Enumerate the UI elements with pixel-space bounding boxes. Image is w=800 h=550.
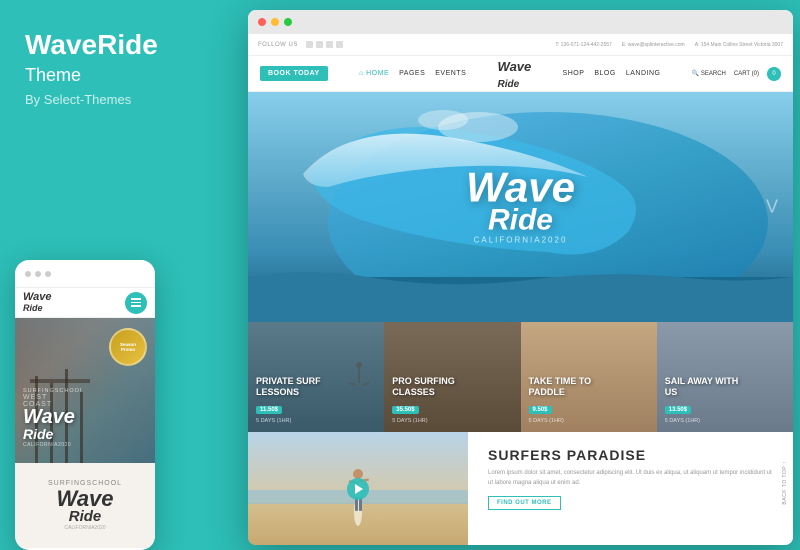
menu-line-2 [131, 302, 141, 304]
mobile-bottom-sub: CALIFORNIA2020 [48, 525, 122, 531]
mobile-menu-button[interactable] [125, 292, 147, 314]
card-4-price: 13.50$ [665, 406, 691, 414]
surfers-paradise-body: Lorem ipsum dolor sit amet, consectetur … [488, 469, 773, 488]
cart-badge: 0 [767, 67, 781, 81]
phone-info: T: 136-071-124-442-2557 [555, 42, 611, 48]
hero-logo-overlay: Wave Ride CALIFORNIA2020 [466, 170, 575, 245]
nav-pages[interactable]: PAGES [399, 70, 425, 77]
mobile-mockup: Wave Ride SeasonPromo SUR [15, 260, 155, 550]
activity-card-2[interactable]: PRO SURFINGCLASSES 35.50$ 5 DAYS (1HR) [384, 322, 520, 432]
mobile-bottom-ride: Ride [48, 508, 122, 525]
card-1-info: 5 DAYS (1HR) [256, 418, 376, 424]
cart-nav-item[interactable]: CART (0) [734, 71, 759, 77]
nav-home[interactable]: ⌂ HOME [359, 70, 389, 77]
card-1-title: PRIVATE SURFLESSONS [256, 376, 376, 398]
menu-line-1 [131, 298, 141, 300]
card-3-price: 9.50$ [529, 406, 552, 414]
nav-links: ⌂ HOME PAGES EVENTS [359, 70, 466, 77]
site-navbar: BOOK TODAY ⌂ HOME PAGES EVENTS Wave Ride… [248, 56, 793, 92]
surfers-paradise-content: SURFERS PARADISE Lorem ipsum dolor sit a… [468, 432, 793, 545]
beach-video-thumbnail [248, 432, 468, 545]
card-3-content: TAKE TIME TOPADDLE 9.50$ 5 DAYS (1HR) [529, 376, 649, 424]
hero-v-indicator: V [766, 197, 778, 218]
card-2-content: PRO SURFINGCLASSES 35.50$ 5 DAYS (1HR) [392, 376, 512, 424]
bottom-section: SURFERS PARADISE Lorem ipsum dolor sit a… [248, 432, 793, 545]
mobile-california-text: CALIFORNIA2020 [23, 442, 84, 448]
brand-subtitle: Theme [25, 65, 220, 86]
site-hero: Wave Ride CALIFORNIA2020 V [248, 92, 793, 322]
activity-card-4[interactable]: SAIL AWAY WITHUS 13.50$ 5 DAYS (1HR) [657, 322, 793, 432]
back-to-top[interactable]: BACK TO TOP ↑ [782, 461, 788, 505]
activity-card-3[interactable]: TAKE TIME TOPADDLE 9.50$ 5 DAYS (1HR) [521, 322, 657, 432]
card-3-info: 5 DAYS (1HR) [529, 418, 649, 424]
social-icons [306, 41, 343, 48]
nav-blog[interactable]: BLOG [594, 70, 615, 77]
left-panel: WaveRide Theme By Select-Themes Wave Rid… [0, 0, 245, 550]
mobile-ride-text: Ride [23, 426, 84, 442]
topbar-left: FOLLOW US [258, 41, 343, 48]
season-promo-badge: SeasonPromo [109, 328, 147, 366]
mobile-hero-logo-overlay: SURFINGSCHOOL WESTCOAST Wave Ride CALIFO… [23, 388, 84, 448]
hero-sub-text: CALIFORNIA2020 [466, 235, 575, 244]
mobile-dot-3 [45, 271, 51, 277]
surfers-paradise-title: SURFERS PARADISE [488, 447, 773, 463]
pinterest-icon[interactable] [336, 41, 343, 48]
site-logo: Wave Ride [498, 58, 532, 90]
topbar-right: T: 136-071-124-442-2557 E: wave@splinter… [555, 42, 783, 48]
card-2-price: 35.50$ [392, 406, 418, 414]
play-button[interactable] [347, 478, 369, 500]
address-info: A: 154 Main Collins Street Victoria 3007 [695, 42, 783, 48]
brand-title: WaveRide [25, 30, 220, 61]
card-2-info: 5 DAYS (1HR) [392, 418, 512, 424]
menu-line-3 [131, 305, 141, 307]
find-out-more-button[interactable]: FIND OUT MORE [488, 496, 561, 510]
desktop-mockup: FOLLOW US T: 136-071-124-442-2557 E: wav… [248, 10, 793, 545]
mobile-bottom-logo: Wave [48, 489, 122, 509]
mobile-dot-2 [35, 271, 41, 277]
browser-minimize-dot [271, 18, 279, 26]
site-topbar: FOLLOW US T: 136-071-124-442-2557 E: wav… [248, 34, 793, 56]
play-triangle-icon [355, 484, 363, 494]
mobile-logo-bar: Wave Ride [15, 288, 155, 318]
mobile-dots [25, 271, 51, 277]
nav-landing[interactable]: LANDING [626, 70, 661, 77]
nav-shop[interactable]: SHOP [563, 70, 585, 77]
activity-card-1[interactable]: PRIVATE SURFLESSONS 11.50$ 5 DAYS (1HR) [248, 322, 384, 432]
mobile-top-bar [15, 260, 155, 288]
mobile-hero-image: SeasonPromo SURFINGSCHOOL WESTCOAST Wave… [15, 318, 155, 463]
nav-events[interactable]: EVENTS [435, 70, 466, 77]
mobile-bottom-section: SURFINGSCHOOL Wave Ride CALIFORNIA2020 [15, 463, 155, 548]
card-4-title: SAIL AWAY WITHUS [665, 376, 785, 398]
instagram-icon[interactable] [326, 41, 333, 48]
follow-us-label: FOLLOW US [258, 42, 298, 48]
activity-cards-strip: PRIVATE SURFLESSONS 11.50$ 5 DAYS (1HR) … [248, 322, 793, 432]
card-4-info: 5 DAYS (1HR) [665, 418, 785, 424]
browser-chrome-bar [248, 10, 793, 34]
browser-maximize-dot [284, 18, 292, 26]
hero-wave-text: Wave [466, 170, 575, 206]
browser-close-dot [258, 18, 266, 26]
card-4-content: SAIL AWAY WITHUS 13.50$ 5 DAYS (1HR) [665, 376, 785, 424]
mobile-dot-1 [25, 271, 31, 277]
facebook-icon[interactable] [306, 41, 313, 48]
twitter-icon[interactable] [316, 41, 323, 48]
search-nav-item[interactable]: 🔍 SEARCH [692, 70, 726, 77]
mobile-site-logo: Wave Ride [23, 291, 52, 314]
mobile-wave-logo: Wave [23, 408, 84, 426]
book-today-button[interactable]: BOOK TODAY [260, 66, 328, 81]
nav-right: 🔍 SEARCH CART (0) 0 [692, 67, 781, 81]
brand-author: By Select-Themes [25, 92, 220, 107]
nav-links-right: SHOP BLOG LANDING [563, 70, 661, 77]
card-1-price: 11.50$ [256, 406, 282, 414]
email-info: E: wave@splinteractive.com [622, 42, 685, 48]
card-1-content: PRIVATE SURFLESSONS 11.50$ 5 DAYS (1HR) [256, 376, 376, 424]
card-2-title: PRO SURFINGCLASSES [392, 376, 512, 398]
card-3-title: TAKE TIME TOPADDLE [529, 376, 649, 398]
